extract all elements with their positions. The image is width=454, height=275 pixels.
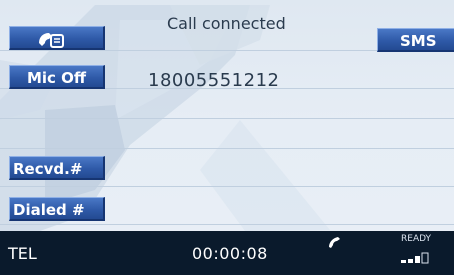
ready-indicator: READY (401, 234, 432, 244)
handset-icon (329, 237, 340, 248)
status-bar: TEL 00:00:08 READY (0, 231, 454, 275)
row-divider (0, 224, 454, 225)
dialed-calls-button[interactable]: Dialed # (9, 197, 105, 221)
call-timer: 00:00:08 (192, 244, 268, 263)
phonebook-icon (38, 33, 64, 48)
call-status-text: Call connected (167, 14, 286, 33)
phone-number: 18005551212 (148, 70, 280, 91)
row-divider (0, 118, 454, 119)
phonebook-button[interactable] (9, 26, 105, 50)
received-calls-button[interactable]: Recvd.# (9, 156, 105, 180)
signal-bars-icon (401, 252, 429, 264)
call-panel: Call connected SMS Mic Off 18005551212 R… (0, 0, 454, 231)
row-divider (0, 148, 454, 149)
mic-off-button[interactable]: Mic Off (9, 65, 105, 89)
mode-label: TEL (8, 244, 37, 263)
telephone-screen: Call connected SMS Mic Off 18005551212 R… (0, 0, 454, 275)
sms-button[interactable]: SMS (377, 28, 454, 52)
row-divider (0, 186, 454, 187)
